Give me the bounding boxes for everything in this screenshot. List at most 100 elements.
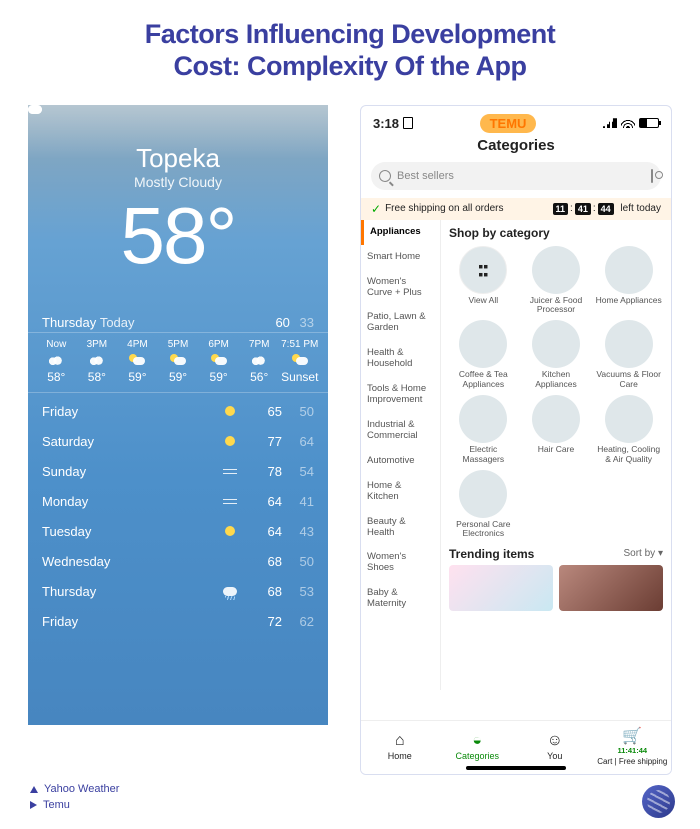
timer-minutes: 41 — [575, 203, 591, 215]
category-label: Kitchen Appliances — [522, 370, 591, 389]
category-label: Juicer & Food Processor — [522, 296, 591, 315]
search-placeholder: Best sellers — [397, 170, 454, 182]
daily-low: 62 — [282, 614, 314, 629]
category-sidebar[interactable]: AppliancesSmart HomeWomen's Curve + Plus… — [361, 220, 441, 690]
triangle-right-icon — [30, 801, 37, 809]
sidebar-item[interactable]: Automotive — [361, 449, 440, 474]
sidebar-item[interactable]: Women's Shoes — [361, 545, 440, 581]
tab-home[interactable]: ⌂Home — [361, 721, 439, 774]
home-indicator[interactable] — [466, 766, 566, 770]
daily-day: Wednesday — [42, 554, 210, 569]
trending-item-2[interactable] — [559, 565, 663, 611]
sidebar-item[interactable]: Baby & Maternity — [361, 581, 440, 617]
check-icon: ✓ — [371, 202, 381, 216]
daily-low: 50 — [282, 554, 314, 569]
camera-icon[interactable] — [651, 169, 653, 183]
sidebar-item[interactable]: Patio, Lawn & Garden — [361, 305, 440, 341]
shipping-banner[interactable]: ✓ Free shipping on all orders 11: 41: 44… — [361, 198, 671, 220]
today-high: 60 — [275, 315, 289, 330]
daily-row: Sunday7854 — [42, 457, 314, 487]
daily-high: 68 — [250, 584, 282, 599]
category-card[interactable]: Home Appliances — [594, 246, 663, 315]
footer-logo — [642, 785, 675, 818]
daily-icon — [210, 524, 250, 539]
trending-tiles[interactable] — [449, 565, 663, 611]
daily-forecast[interactable]: Friday6550Saturday7764Sunday7854Monday64… — [28, 393, 328, 637]
hourly-forecast[interactable]: Now58°3PM58°4PM59°5PM59°6PM59°7PM56°7:51… — [28, 332, 328, 393]
sidebar-item[interactable]: Smart Home — [361, 245, 440, 270]
daily-low: 50 — [282, 404, 314, 419]
sidebar-item[interactable]: Health & Household — [361, 341, 440, 377]
temu-logo: TEMU — [480, 114, 537, 133]
daily-low: 64 — [282, 434, 314, 449]
daily-row: Saturday7764 — [42, 427, 314, 457]
sidebar-item[interactable]: Women's Curve + Plus — [361, 270, 440, 306]
sidebar-item[interactable]: Home & Kitchen — [361, 474, 440, 510]
search-input[interactable]: Best sellers — [371, 162, 661, 190]
shop-by-category-heading: Shop by category — [449, 226, 663, 240]
hour-label: 3PM — [77, 339, 118, 350]
hour-temp: 58° — [77, 370, 118, 384]
category-card[interactable]: Heating, Cooling & Air Quality — [594, 395, 663, 464]
sort-by-button[interactable]: Sort by ▾ — [624, 548, 664, 559]
weather-icon — [292, 354, 308, 366]
category-label: Vacuums & Floor Care — [594, 370, 663, 389]
category-card[interactable]: Personal Care Electronics — [449, 470, 518, 539]
hour-cell: Now58° — [36, 339, 77, 384]
daily-day: Sunday — [42, 464, 210, 479]
daily-day: Friday — [42, 614, 210, 629]
daily-row: Thursday6853 — [42, 577, 314, 607]
daily-day: Tuesday — [42, 524, 210, 539]
sidebar-item[interactable]: Industrial & Commercial — [361, 413, 440, 449]
daily-high: 65 — [250, 404, 282, 419]
sidebar-item[interactable]: Beauty & Health — [361, 510, 440, 546]
category-thumb — [459, 395, 507, 443]
weather-icon — [129, 354, 145, 366]
daily-high: 64 — [250, 524, 282, 539]
category-thumb — [459, 320, 507, 368]
category-label: Coffee & Tea Appliances — [449, 370, 518, 389]
category-card[interactable]: Electric Massagers — [449, 395, 518, 464]
hour-temp: 58° — [36, 370, 77, 384]
daily-row: Monday6441 — [42, 487, 314, 517]
category-label: Heating, Cooling & Air Quality — [594, 445, 663, 464]
caption-a: Yahoo Weather — [44, 783, 119, 795]
sidebar-item[interactable]: Tools & Home Improvement — [361, 377, 440, 413]
category-thumb — [605, 395, 653, 443]
sidebar-item[interactable]: Appliances — [361, 220, 440, 245]
category-grid: ▪▪▪▪View AllJuicer & Food ProcessorHome … — [449, 246, 663, 539]
hour-temp: 59° — [117, 370, 158, 384]
daily-row: Friday6550 — [42, 397, 314, 427]
hour-label: 6PM — [198, 339, 239, 350]
tab-cart[interactable]: 🛒 11:41:44 Cart | Free shipping — [594, 721, 672, 774]
category-card[interactable]: Kitchen Appliances — [522, 320, 591, 389]
daily-icon — [210, 404, 250, 419]
daily-icon — [210, 464, 250, 479]
category-card[interactable]: Juicer & Food Processor — [522, 246, 591, 315]
caption-b: Temu — [43, 799, 70, 811]
hour-cell: 4PM59° — [117, 339, 158, 384]
category-card[interactable]: ▪▪▪▪View All — [449, 246, 518, 315]
category-card[interactable]: Hair Care — [522, 395, 591, 464]
daily-high: 68 — [250, 554, 282, 569]
daily-high: 78 — [250, 464, 282, 479]
category-card[interactable]: Vacuums & Floor Care — [594, 320, 663, 389]
categories-title: Categories — [361, 137, 671, 154]
daily-day: Thursday — [42, 584, 210, 599]
daily-day: Monday — [42, 494, 210, 509]
daily-icon — [210, 434, 250, 449]
weather-icon — [48, 354, 64, 366]
category-thumb — [605, 320, 653, 368]
daily-row: Wednesday 6850 — [42, 547, 314, 577]
daily-icon — [210, 584, 250, 599]
hour-temp: 56° — [239, 370, 280, 384]
daily-row: Friday7262 — [42, 607, 314, 637]
timer-suffix: left today — [620, 203, 661, 214]
weather-app-screenshot: Topeka Mostly Cloudy 58° Thursday Today … — [28, 105, 328, 725]
category-card[interactable]: Coffee & Tea Appliances — [449, 320, 518, 389]
daily-high: 77 — [250, 434, 282, 449]
trending-item-1[interactable] — [449, 565, 553, 611]
today-low: 33 — [300, 315, 314, 330]
hour-temp: 59° — [158, 370, 199, 384]
weather-icon — [251, 354, 267, 366]
